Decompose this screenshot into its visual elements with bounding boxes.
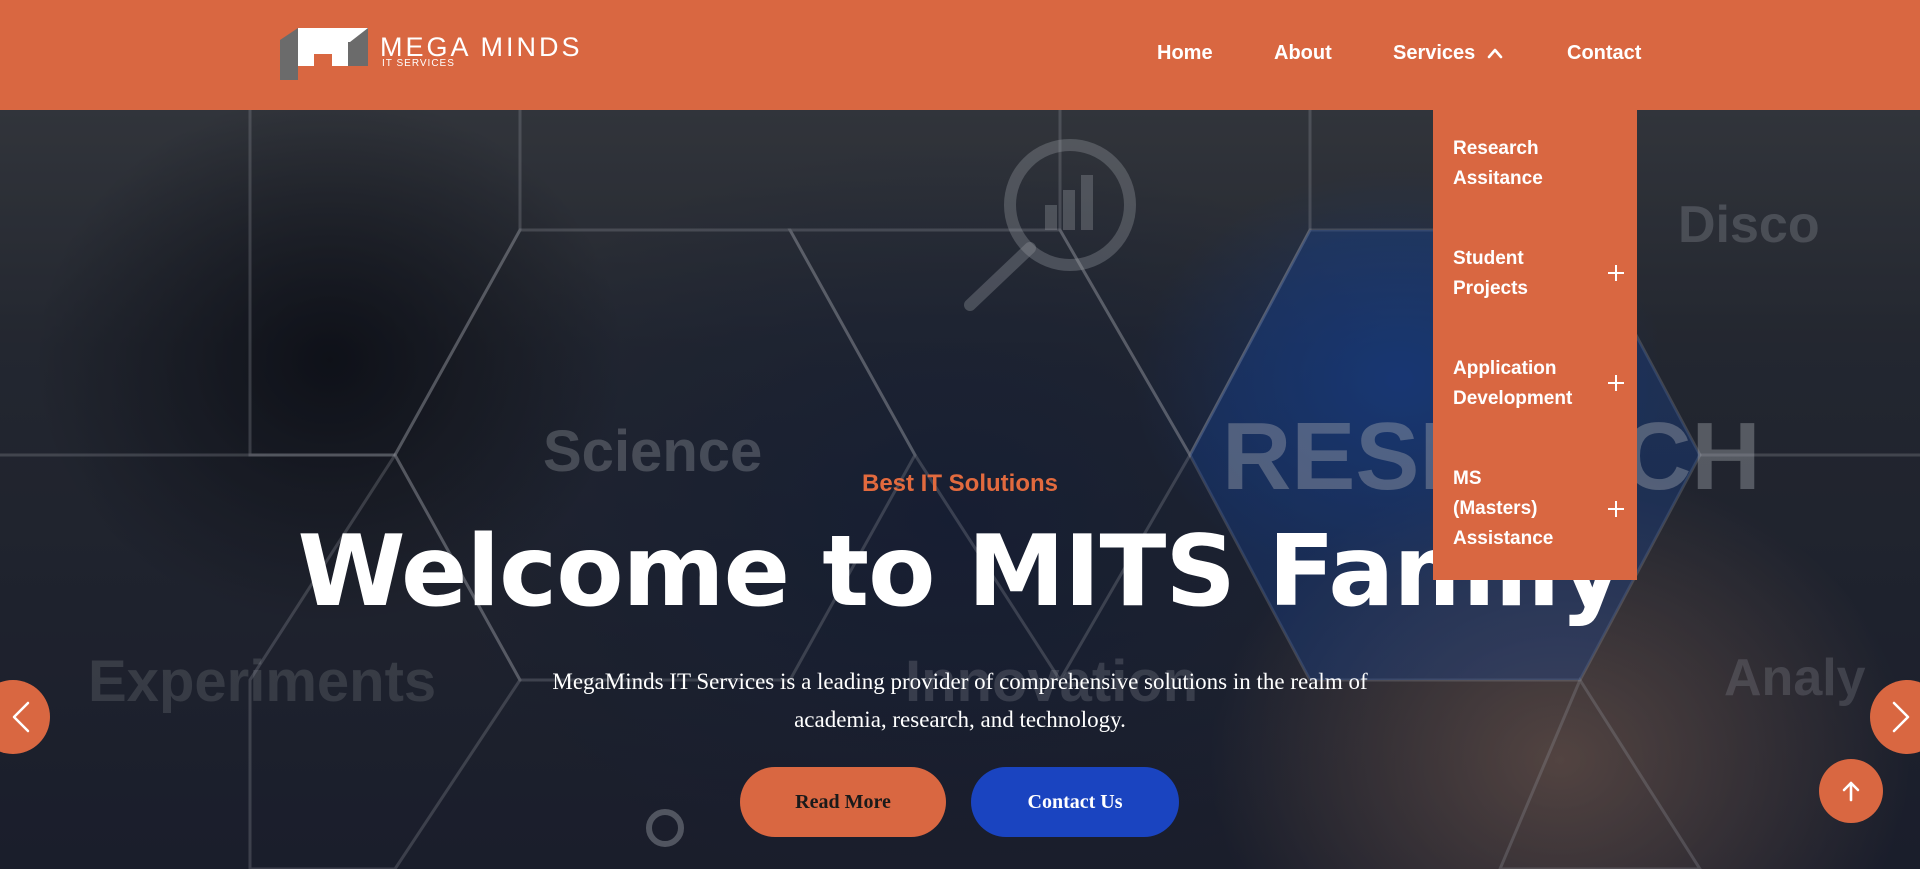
dropdown-item-research-assistance[interactable]: Research Assitance xyxy=(1453,134,1625,194)
services-dropdown: Research Assitance Student Projects Appl… xyxy=(1433,110,1637,580)
nav-about[interactable]: About xyxy=(1274,42,1332,65)
dropdown-item-student-projects[interactable]: Student Projects xyxy=(1453,244,1625,304)
nav-home[interactable]: Home xyxy=(1157,42,1213,65)
chevron-left-icon xyxy=(12,701,30,733)
nav-services[interactable]: Services xyxy=(1393,42,1475,65)
dropdown-item-label: MS (Masters) Assistance xyxy=(1453,468,1554,549)
plus-icon[interactable] xyxy=(1607,374,1625,392)
chevron-up-icon[interactable] xyxy=(1487,46,1503,60)
plus-icon[interactable] xyxy=(1607,500,1625,518)
scroll-to-top-button[interactable] xyxy=(1819,759,1883,823)
arrow-up-icon xyxy=(1842,781,1860,802)
hero-description: MegaMinds IT Services is a leading provi… xyxy=(552,669,1368,732)
dropdown-item-ms-assistance[interactable]: MS (Masters) Assistance xyxy=(1453,464,1625,554)
plus-icon[interactable] xyxy=(1607,264,1625,282)
site-header: MEGA MINDS IT SERVICES Home About Servic… xyxy=(0,0,1920,110)
dropdown-item-application-development[interactable]: Application Development xyxy=(1453,354,1625,414)
chevron-right-icon xyxy=(1892,701,1910,733)
dropdown-item-label: Research Assitance xyxy=(1453,138,1543,189)
read-more-button[interactable]: Read More xyxy=(740,767,946,837)
contact-us-button[interactable]: Contact Us xyxy=(971,767,1179,837)
main-nav: Home About Services Contact xyxy=(0,0,1920,110)
dropdown-item-label: Application Development xyxy=(1453,358,1573,409)
dropdown-item-label: Student Projects xyxy=(1453,248,1528,299)
nav-contact[interactable]: Contact xyxy=(1567,42,1641,65)
